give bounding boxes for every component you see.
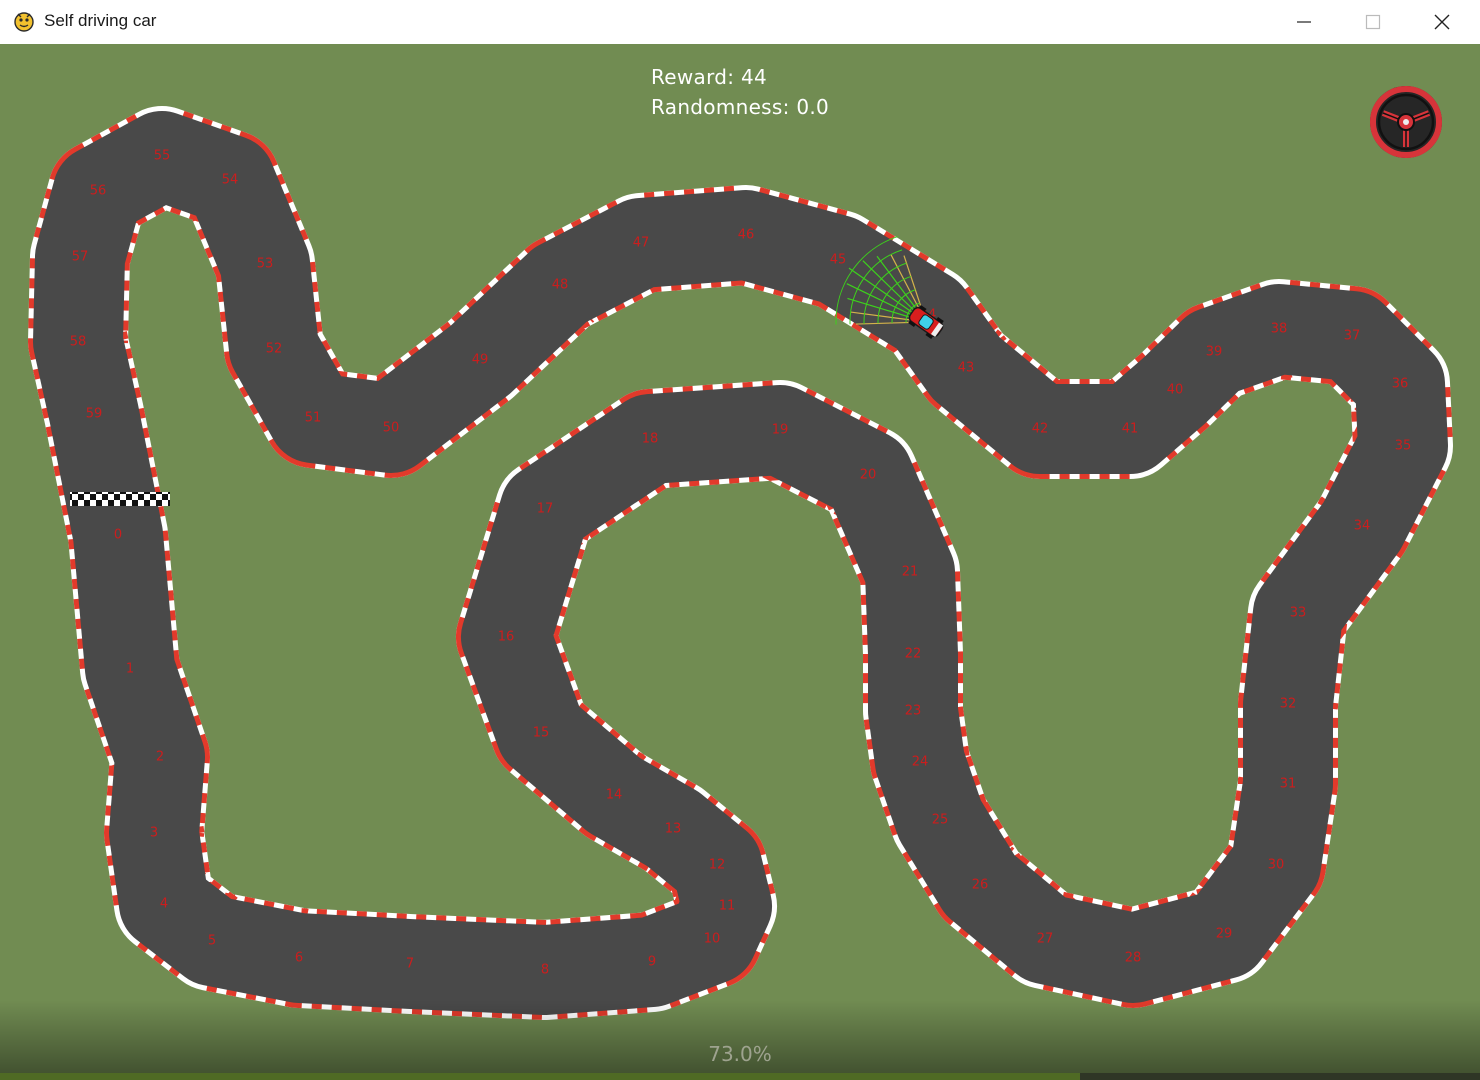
window-title: Self driving car [44,11,157,30]
checkered-start-line [70,492,170,506]
checkpoint-marker: 7 [406,957,414,972]
checkpoint-marker: 12 [709,858,726,873]
checkpoint-marker: 38 [1271,322,1288,337]
checkpoint-marker: 21 [902,565,919,580]
checkpoint-marker: 53 [257,257,274,272]
minimize-button[interactable] [1270,0,1338,44]
checkpoint-marker: 48 [552,278,569,293]
title-bar[interactable]: Self driving car [0,0,1480,45]
checkpoint-marker: 36 [1392,377,1409,392]
checkpoint-marker: 32 [1280,697,1297,712]
checkpoint-marker: 9 [648,955,656,970]
checkpoint-marker: 52 [266,342,283,357]
checkpoint-marker: 2 [156,750,164,765]
checkpoint-marker: 39 [1206,345,1223,360]
checkpoint-marker: 11 [719,899,736,914]
checkpoint-marker: 0 [114,528,122,543]
checkpoint-marker: 33 [1290,606,1307,621]
checkpoint-marker: 54 [222,173,239,188]
checkpoint-marker: 8 [541,963,549,978]
track-surface [28,106,1453,1020]
checkpoint-marker: 19 [772,423,789,438]
checkpoint-marker: 46 [738,228,755,243]
checkpoint-marker: 29 [1216,927,1233,942]
checkpoint-marker: 47 [633,236,650,251]
checkpoint-marker: 26 [972,878,989,893]
reward-readout: Reward: 44 [651,65,768,89]
checkpoint-marker: 16 [498,630,515,645]
randomness-readout: Randomness: 0.0 [651,95,830,119]
checkpoint-marker: 22 [905,647,922,662]
maximize-icon [1365,14,1381,30]
steering-wheel-icon [1370,86,1442,158]
checkpoint-marker: 3 [150,826,158,841]
checkpoint-marker: 5 [208,934,216,949]
checkpoint-marker: 31 [1280,777,1297,792]
checkpoint-marker: 42 [1032,422,1049,437]
checkpoint-marker: 43 [958,361,975,376]
checkpoint-marker: 41 [1122,422,1139,437]
checkpoint-marker: 55 [154,149,171,164]
checkpoint-marker: 56 [90,184,107,199]
checkpoint-marker: 14 [606,788,623,803]
checkpoint-marker: 6 [295,951,303,966]
checkpoint-marker: 15 [533,726,550,741]
checkpoint-marker: 35 [1395,439,1412,454]
progress-bar-fill [0,1073,1081,1080]
checkpoint-marker: 40 [1167,383,1184,398]
checkpoint-marker: 51 [305,411,322,426]
checkpoint-marker: 49 [472,353,489,368]
checkpoint-marker: 34 [1354,519,1371,534]
checkpoint-marker: 30 [1268,858,1285,873]
checkpoint-marker: 59 [86,407,103,422]
close-button[interactable] [1408,0,1476,44]
game-canvas[interactable]: 0 1 2 3 4 5 6 7 8 9 10 11 12 13 14 15 16 17 18 19 20 21 22 23 24… [0,44,1480,1080]
checkpoint-marker: 24 [912,755,929,770]
checkpoint-marker: 27 [1037,932,1054,947]
checkpoint-marker: 20 [860,468,877,483]
pygame-snake-icon [14,12,34,32]
checkpoint-marker: 13 [665,822,682,837]
maximize-button[interactable] [1339,0,1407,44]
race-track: 0123456 7 89101112131415161718192021222324… [28,106,1453,1020]
checkpoint-marker: 37 [1344,329,1361,344]
checkpoint-marker: 17 [537,502,554,517]
app-window: Self driving car 0 1 2 3 4 5 6 7 8 9 10 11 12 13 14 15 1… [0,0,1480,1080]
checkpoint-marker: 58 [70,335,87,350]
checkpoint-marker: 50 [383,421,400,436]
progress-label: 73.0% [708,1042,772,1066]
progress-bar [0,1073,1480,1080]
checkpoint-marker: 28 [1125,951,1142,966]
checkpoint-marker: 25 [932,813,949,828]
checkpoint-marker: 45 [830,253,847,268]
minimize-icon [1297,21,1311,23]
checkpoint-marker: 23 [905,704,922,719]
checkpoint-marker: 18 [642,432,659,447]
checkpoint-marker: 57 [72,250,89,265]
checkpoint-marker: 10 [704,932,721,947]
checkpoint-marker: 1 [126,662,134,677]
close-icon [1434,14,1450,30]
checkpoint-marker: 4 [160,897,168,912]
track-asphalt [33,111,1448,1015]
